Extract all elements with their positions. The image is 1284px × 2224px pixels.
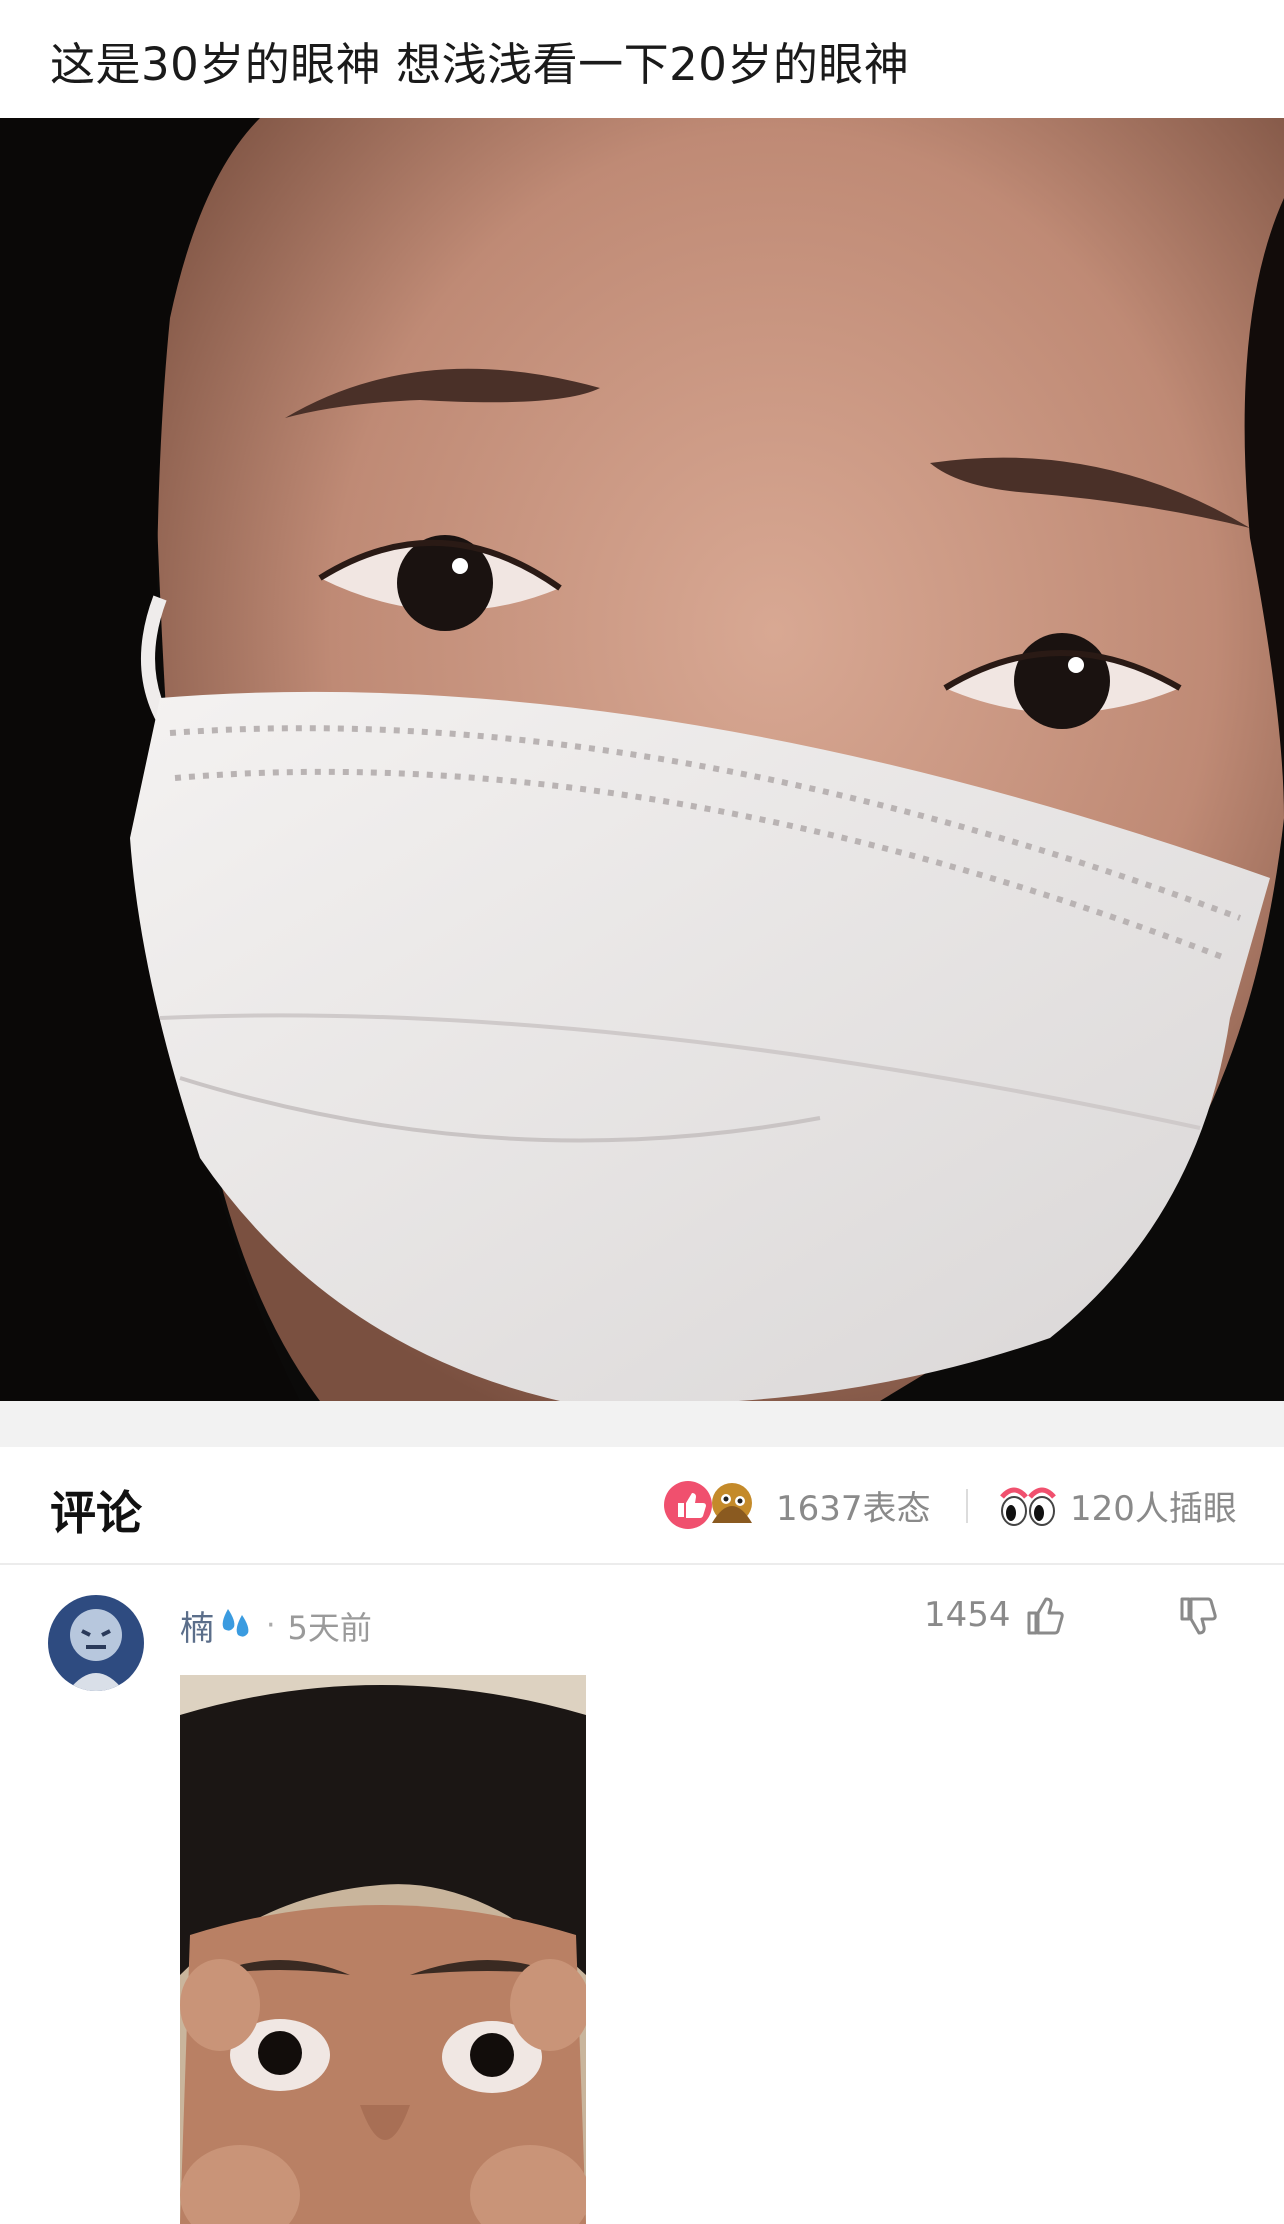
avatar-image [48, 1595, 144, 1691]
username[interactable]: 楠 [180, 1601, 214, 1650]
comments-header: 评论 1637表态 120人插眼 [0, 1447, 1284, 1565]
dislike-button[interactable] [1176, 1595, 1220, 1643]
eyes-icon [1000, 1487, 1056, 1526]
like-count: 1454 [924, 1595, 1011, 1635]
post-image-drawing [0, 118, 1284, 1401]
sweat-drops-icon [218, 1607, 254, 1645]
avatar[interactable] [48, 1595, 144, 1691]
eye-count: 120人插眼 [1070, 1488, 1237, 1529]
header-divider [966, 1489, 968, 1523]
reaction-icons [664, 1481, 752, 1529]
thumbs-down-icon [1180, 1597, 1217, 1635]
like-button[interactable]: 1454 [924, 1593, 1067, 1637]
comment-item: 楠 · 5天前 1454 [0, 1563, 1284, 2224]
comment-image-drawing [180, 1675, 586, 2224]
post-image[interactable] [0, 118, 1284, 1401]
reactions-button[interactable]: 1637表态 [662, 1477, 931, 1533]
thumbs-up-icon [1027, 1597, 1064, 1635]
comments-title: 评论 [50, 1486, 142, 1540]
comment-time: 5天前 [287, 1608, 372, 1647]
emoji-reaction-icon [712, 1483, 752, 1523]
reactions-count: 1637表态 [776, 1488, 931, 1529]
meta-separator: · [266, 1608, 276, 1643]
comment-meta: 楠 · 5天前 [180, 1601, 372, 1650]
section-gap [0, 1401, 1284, 1447]
eye-button[interactable]: 120人插眼 [1000, 1477, 1237, 1533]
post-title: 这是30岁的眼神 想浅浅看一下20岁的眼神 [50, 38, 910, 91]
like-reaction-icon [664, 1481, 712, 1529]
comment-image[interactable] [180, 1675, 586, 2224]
